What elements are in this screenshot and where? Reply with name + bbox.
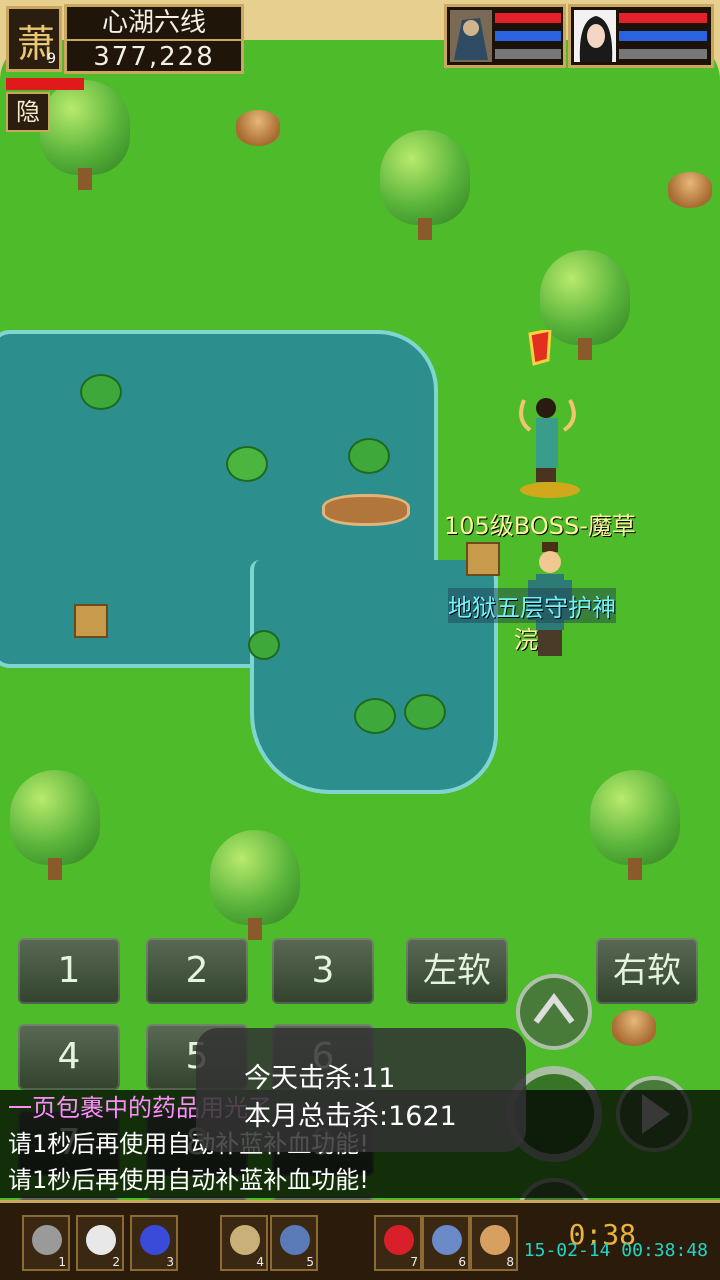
lily-pad (248, 630, 280, 660)
boss-name-label: 105级BOSS-魔草 (444, 512, 636, 540)
server-name: 心湖六线 (67, 7, 241, 41)
tree (40, 80, 130, 190)
party-member-2-mp (619, 31, 707, 41)
party-member-2-hp (619, 13, 707, 23)
guardian-name-label: 地狱五层守护神 (448, 588, 616, 623)
chat-bubble-icon (86, 1225, 116, 1255)
skill-slot[interactable]: 4 (220, 1215, 268, 1271)
player-level: 9 (47, 51, 56, 67)
skill-slot[interactable]: 2 (76, 1215, 124, 1271)
arrow-up-icon (533, 993, 575, 1024)
shell-icon (480, 1225, 510, 1255)
key-4[interactable]: 4 (18, 1024, 120, 1090)
tree (10, 770, 100, 880)
party-member-1[interactable] (444, 4, 566, 68)
tree (380, 130, 470, 240)
party-member-1-hp (495, 13, 561, 23)
signpost[interactable] (74, 604, 108, 638)
lily-pad (348, 438, 390, 474)
today-kills: 今天击杀:11 (244, 1063, 396, 1094)
team-icon (432, 1225, 462, 1255)
party-member-1-mp (495, 31, 561, 41)
key-2[interactable]: 2 (146, 938, 248, 1004)
month-kills: 本月总击杀:1621 (244, 1101, 457, 1132)
key-3[interactable]: 3 (272, 938, 374, 1004)
party-member-2-portrait (574, 10, 616, 62)
kill-stats-toast: 今天击杀:11 本月总击杀:1621 (196, 1028, 526, 1152)
potion-icon (140, 1225, 170, 1255)
skill-slot[interactable]: 5 (270, 1215, 318, 1271)
dpad-up[interactable] (516, 974, 592, 1050)
skill-slot[interactable]: 1 (22, 1215, 70, 1271)
skill-slot[interactable]: 6 (422, 1215, 470, 1271)
party-member-1-portrait (450, 10, 492, 62)
party-member-1-exp (495, 49, 561, 59)
tree (590, 770, 680, 880)
tree (210, 830, 300, 940)
skill-slot[interactable]: 3 (130, 1215, 178, 1271)
skill-slot[interactable]: 7 (374, 1215, 422, 1271)
player-score: 377,228 (93, 42, 215, 72)
player-avatar[interactable]: 萧 9 (6, 6, 62, 72)
book-icon (280, 1225, 310, 1255)
boss-sprite (519, 328, 580, 498)
key-1[interactable]: 1 (18, 938, 120, 1004)
chat-text: 请1秒后再使用自动补蓝补血功能! (8, 1166, 369, 1194)
skill-slot[interactable]: 8 (470, 1215, 518, 1271)
signpost[interactable] (466, 542, 500, 576)
guardian-sub-label: 浣 (514, 626, 538, 654)
lily-pad (226, 446, 268, 482)
boat (322, 494, 410, 526)
flag-icon (384, 1225, 414, 1255)
gear-icon (32, 1225, 62, 1255)
scroll-icon (230, 1225, 260, 1255)
party-member-2-exp (619, 49, 707, 59)
left-soft-key[interactable]: 左软 (406, 938, 508, 1004)
tree-stump (668, 172, 712, 208)
hide-button[interactable]: 隐 (6, 92, 50, 132)
lily-pad (404, 694, 446, 730)
tree-stump (236, 110, 280, 146)
lily-pad (354, 698, 396, 734)
player-info-panel: 心湖六线 377,228 (64, 4, 244, 74)
timestamp: 15-02-14 00:38:48 (523, 1240, 708, 1261)
chat-line: 请1秒后再使用自动补蓝补血功能! (0, 1162, 720, 1198)
right-soft-key[interactable]: 右软 (596, 938, 698, 1004)
tree-stump (612, 1010, 656, 1046)
lily-pad (80, 374, 122, 410)
party-member-2[interactable] (568, 4, 714, 68)
player-hp-bar (6, 78, 84, 90)
boss-character[interactable] (514, 328, 584, 500)
